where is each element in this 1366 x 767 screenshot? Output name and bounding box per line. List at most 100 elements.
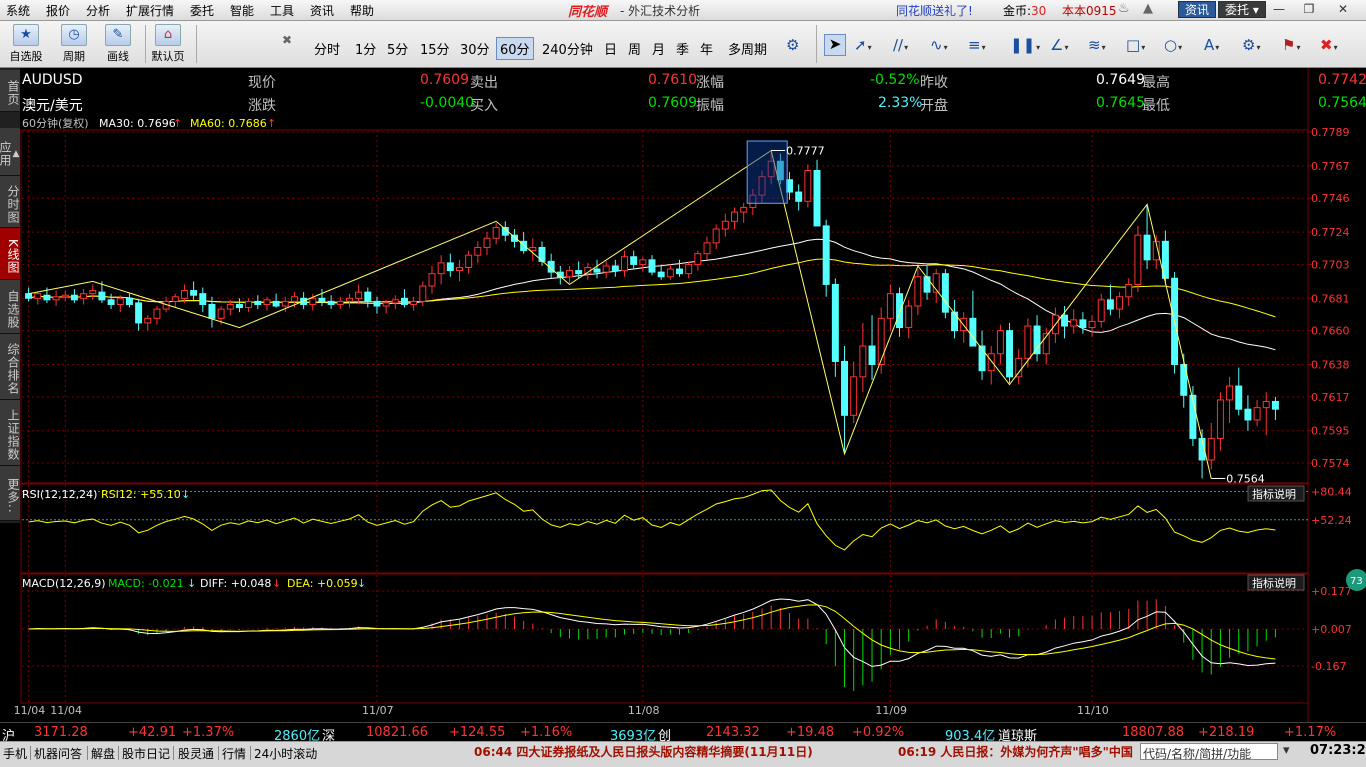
ma30-label: MA30: 0.7696 (99, 117, 176, 130)
bottom-divider (87, 746, 88, 760)
news-ticker-2[interactable]: 06:19 人民日报：外媒为何齐声"唱多"中国 (898, 743, 1133, 761)
candle-body (226, 303, 234, 310)
candle-body (1235, 385, 1243, 410)
time-tick-label: 11/10 (1077, 704, 1109, 717)
tab-robot-qa[interactable]: 机器问答 (34, 745, 82, 762)
candle-body (795, 191, 803, 202)
candle-body (391, 299, 399, 304)
candle-body (290, 296, 298, 302)
panel-frame (20, 483, 1309, 574)
candle-body (34, 293, 42, 299)
candlesticks (25, 150, 1279, 479)
candle-body (364, 291, 372, 302)
candle-body (373, 300, 381, 307)
candle-body (703, 242, 711, 255)
cy-change: +19.48 (786, 725, 835, 740)
time-axis: 11/04 11/04 11/07 11/08 11/09 11/10 (14, 704, 1109, 717)
candle-body (263, 299, 271, 305)
price-tick-label: 0.7595 (1311, 425, 1350, 438)
ma30-arrow-icon: ↑ (173, 117, 182, 130)
tab-24h-scroll[interactable]: 24小时滚动 (254, 745, 317, 762)
candle-body (694, 253, 702, 265)
candle-body (721, 220, 729, 230)
candle-body (666, 268, 674, 278)
candle-body (410, 300, 418, 305)
candle-body (455, 267, 463, 272)
macd-tick-label: +0.177 (1311, 585, 1352, 598)
candle-body (896, 293, 904, 329)
candle-body (208, 303, 216, 319)
price-tick-label: 0.7746 (1311, 192, 1350, 205)
price-tick-label: 0.7724 (1311, 226, 1350, 239)
code-search-input[interactable]: 代码/名称/简拼/功能 (1140, 743, 1278, 761)
macd-arrow-icon: ↓ (187, 577, 196, 590)
candle-body (1024, 325, 1032, 359)
candle-body (1226, 385, 1234, 401)
candle-body (345, 297, 353, 302)
candle-body (25, 293, 33, 299)
candle-body (740, 206, 748, 213)
sz-change: +124.55 (449, 725, 506, 740)
candle-body (43, 294, 51, 301)
candle-body (474, 246, 482, 256)
macd-tick-label: +0.007 (1311, 623, 1352, 636)
rsi-title: RSI(12,12,24) (22, 488, 97, 501)
high-marker-label: 0.7777 (786, 144, 825, 157)
candle-body (1125, 283, 1133, 298)
candle-body (318, 297, 326, 302)
news-ticker[interactable]: 06:44 四大证券报纸及人民日报头版内容精华摘要(11月11日) (474, 743, 813, 761)
price-tick-label: 0.7767 (1311, 160, 1350, 173)
panel-frame (20, 573, 1309, 704)
candle-body (813, 169, 821, 227)
candle-body (254, 300, 262, 305)
candle-body (1244, 408, 1252, 421)
candle-body (611, 265, 619, 272)
candle-body (309, 297, 317, 305)
rsi-arrow-icon: ↓ (181, 488, 190, 501)
candle-body (180, 290, 188, 299)
candle-body (941, 273, 949, 313)
bottom-divider (118, 746, 119, 760)
candle-body (1088, 320, 1096, 329)
chart-area[interactable]: 0.7789 0.7767 0.7746 0.7724 0.7703 0.7681 0.76… (0, 0, 1366, 767)
macd-help-label: 指标说明 (1252, 576, 1296, 590)
macd-tick-label: -0.167 (1311, 660, 1346, 673)
candle-body (492, 226, 500, 239)
tab-mobile[interactable]: 手机 (3, 745, 27, 762)
candle-body (630, 256, 638, 265)
candle-body (996, 330, 1004, 355)
candle-body (355, 291, 363, 299)
time-tick-label: 11/07 (362, 704, 394, 717)
bottom-bar: 手机 机器问答 解盘 股市日记 股灵通 行情 24小时滚动 06:44 四大证券… (0, 741, 1366, 767)
rsi-help-label: 指标说明 (1252, 487, 1296, 501)
dropdown-icon[interactable]: ▾ (1283, 743, 1290, 758)
dj-pct: +1.17% (1284, 725, 1337, 740)
candle-body (1207, 437, 1215, 461)
tab-market[interactable]: 行情 (222, 745, 246, 762)
tab-stock-spirit[interactable]: 股灵通 (178, 745, 214, 762)
candle-body (125, 297, 133, 305)
bottom-divider (250, 746, 251, 760)
candle-body (465, 254, 473, 269)
candle-body (804, 169, 812, 202)
candle-body (272, 300, 280, 307)
macd-value: MACD: -0.021 (108, 577, 184, 590)
candle-body (831, 283, 839, 362)
candle-body (1271, 400, 1279, 410)
tab-market-review[interactable]: 解盘 (91, 745, 115, 762)
sh-pct: +1.37% (182, 725, 235, 740)
candle-body (1015, 357, 1023, 378)
tab-diary[interactable]: 股市日记 (122, 745, 170, 762)
candle-body (1106, 299, 1114, 310)
candle-body (1061, 314, 1069, 327)
candle-body (116, 297, 124, 305)
candle-body (987, 353, 995, 372)
main-panel-title: 60分钟(复权) (22, 116, 89, 130)
candle-body (841, 360, 849, 416)
bottom-divider (173, 746, 174, 760)
candle-body (712, 228, 720, 244)
ma60-arrow-icon: ↑ (267, 117, 276, 130)
candle-body (199, 293, 207, 305)
candle-body (281, 300, 289, 307)
price-tick-label: 0.7574 (1311, 457, 1350, 470)
